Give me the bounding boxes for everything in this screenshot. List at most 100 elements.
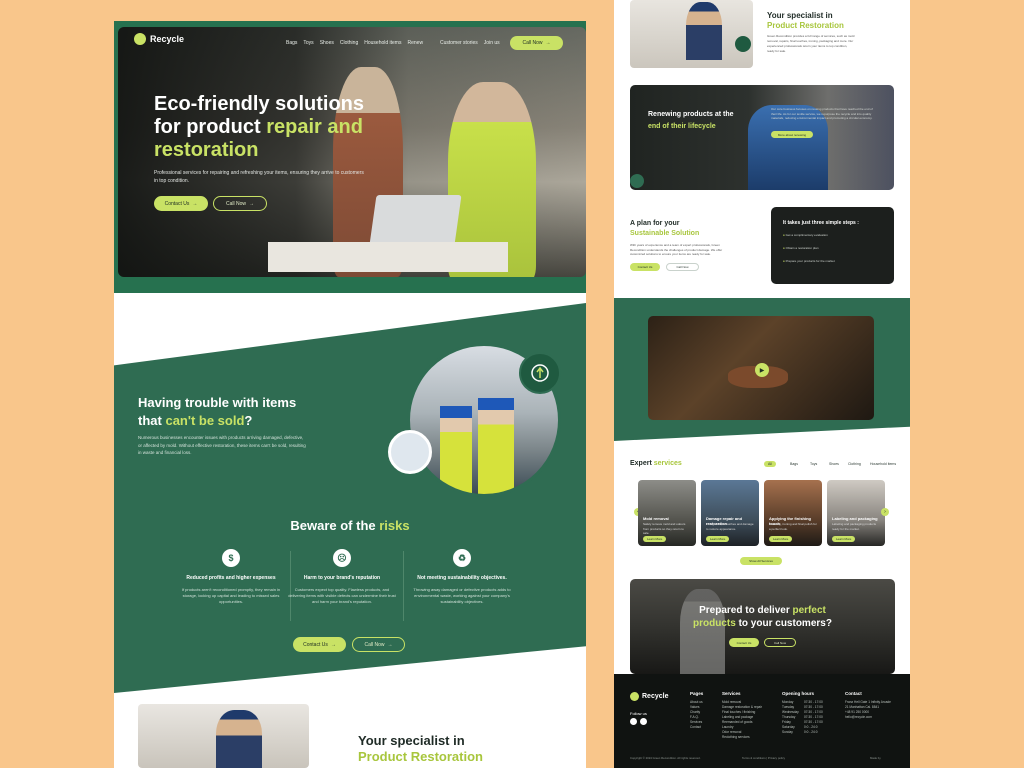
technician-image bbox=[630, 0, 753, 68]
footer-contact: Contact Franz Hell Gate 1 Infinity Arcad… bbox=[845, 691, 895, 720]
risks-contact-label: Contact Us bbox=[303, 641, 328, 648]
service-learn-button[interactable]: Learn More bbox=[706, 536, 730, 542]
service-card[interactable]: Mold removal Safely remove mold and odou… bbox=[638, 480, 696, 546]
plan-title-accent: Sustainable Solution bbox=[630, 230, 700, 237]
service-card[interactable]: Damage repair and restoration Fixing tea… bbox=[701, 480, 759, 546]
hero-contact-button[interactable]: Contact Us → bbox=[154, 196, 208, 211]
divider bbox=[403, 551, 404, 621]
contact-email[interactable]: hello@recycle.com bbox=[845, 715, 895, 720]
service-name: Labeling and packaging bbox=[832, 516, 878, 521]
service-learn-button[interactable]: Learn More bbox=[643, 536, 667, 542]
nav-item-join[interactable]: Join us bbox=[484, 40, 500, 46]
facebook-icon[interactable] bbox=[630, 718, 637, 725]
risks-call-button[interactable]: Call Now → bbox=[352, 637, 405, 652]
technician-silhouette bbox=[216, 710, 262, 768]
cta-title-accent: products bbox=[693, 618, 736, 629]
hero-call-button[interactable]: Call Now → bbox=[213, 196, 267, 211]
recycle-icon: ♻ bbox=[453, 549, 471, 567]
cta-call-label: Call Now bbox=[773, 640, 786, 645]
eco-lightbulb-icon bbox=[519, 352, 561, 394]
footer-logo[interactable]: Recycle bbox=[630, 692, 668, 701]
nav-item-stories[interactable]: Customer stories bbox=[440, 40, 478, 46]
plan-call-button[interactable]: Call Now bbox=[666, 263, 699, 271]
service-card[interactable]: Applying the finishing touch Cleaning, i… bbox=[764, 480, 822, 546]
services-title: Expert services bbox=[630, 460, 682, 467]
shoe-repair-video[interactable]: ▶ bbox=[648, 316, 874, 420]
service-card[interactable]: Labeling and packaging Labeling and pack… bbox=[827, 480, 885, 546]
footer-pages: Pages About us Values Charity F.A.Q. Ser… bbox=[690, 691, 703, 730]
risk-body: Throwing away damaged or defective produ… bbox=[413, 587, 511, 604]
renewing-more-label: More about renewing bbox=[777, 132, 807, 137]
specialist-title-accent: Product Restoration bbox=[767, 21, 844, 30]
nav-item-household[interactable]: Household items bbox=[364, 40, 401, 46]
risk-title: Reduced profits and higher expenses bbox=[186, 575, 276, 581]
nav-item-bags[interactable]: Bags bbox=[286, 40, 297, 46]
hours-time: 07:30 - 17:00 bbox=[804, 720, 823, 724]
risks-title-accent: risks bbox=[379, 518, 410, 533]
carousel-next-icon[interactable]: › bbox=[881, 508, 889, 516]
play-icon[interactable]: ▶ bbox=[755, 363, 769, 377]
specialist-title-line: Your specialist in bbox=[358, 733, 465, 748]
footer-link[interactable]: Contact bbox=[690, 725, 703, 730]
recycle-badge-icon bbox=[735, 36, 751, 52]
footer-pages-title: Pages bbox=[690, 691, 704, 696]
filter-chip-toys[interactable]: Toys bbox=[806, 461, 821, 467]
technician-silhouette bbox=[686, 2, 722, 60]
specialist-title-line: Your specialist in bbox=[767, 11, 833, 20]
footer-logo-text: Recycle bbox=[642, 693, 669, 700]
filter-chip-household[interactable]: Household items bbox=[866, 461, 900, 467]
logo-text: Recycle bbox=[150, 34, 185, 44]
mechanic-silhouette bbox=[680, 589, 725, 674]
recycle-logo-icon bbox=[134, 33, 146, 45]
service-learn-button[interactable]: Learn More bbox=[769, 536, 793, 542]
show-all-services-button[interactable]: Show All Services bbox=[740, 557, 782, 565]
arrow-right-icon: → bbox=[330, 641, 336, 648]
trouble-title-end: ? bbox=[244, 413, 253, 428]
recycle-badge-icon bbox=[630, 174, 644, 188]
cta-call-button[interactable]: Call Now bbox=[764, 638, 796, 647]
service-learn-button[interactable]: Learn More bbox=[832, 536, 856, 542]
instagram-icon[interactable] bbox=[640, 718, 647, 725]
services-title-accent: services bbox=[653, 460, 682, 467]
nav-call-label: Call Now bbox=[522, 40, 543, 46]
renewing-card bbox=[630, 85, 894, 190]
copyright: Copyright © 2024 Green Recondition. All … bbox=[630, 756, 701, 760]
recycle-logo-icon bbox=[630, 692, 639, 701]
renewing-body: Our core business focuses on reusing pro… bbox=[771, 107, 873, 120]
nav-item-clothing[interactable]: Clothing bbox=[340, 40, 358, 46]
trouble-title-line: Having trouble with items bbox=[138, 395, 297, 410]
plan-title-line: A plan for your bbox=[630, 220, 680, 227]
renewing-title-line: Renewing products at the bbox=[648, 111, 734, 118]
laptop bbox=[369, 195, 462, 245]
plan-contact-label: Contact Us bbox=[637, 265, 653, 269]
logo[interactable]: Recycle bbox=[134, 33, 184, 45]
nav-item-toys[interactable]: Toys bbox=[303, 40, 313, 46]
service-desc: Cleaning, ironing and final polish for a… bbox=[769, 522, 817, 531]
shoe-cleaning-thumbnail bbox=[388, 430, 432, 474]
filter-chip-all[interactable]: All bbox=[764, 461, 776, 467]
cta-contact-button[interactable]: Contact Us bbox=[729, 638, 759, 647]
renewing-title-accent: end of their lifecycle bbox=[648, 123, 716, 130]
nav-item-shoes[interactable]: Shoes bbox=[320, 40, 334, 46]
follow-label: Follow us bbox=[630, 711, 647, 716]
filter-chip-clothing[interactable]: Clothing bbox=[844, 461, 865, 467]
footer-link[interactable]: Reclothing services bbox=[722, 735, 762, 740]
plan-contact-button[interactable]: Contact Us bbox=[630, 263, 660, 271]
trouble-title-line: that bbox=[138, 413, 162, 428]
filter-chip-shoes[interactable]: Shoes bbox=[825, 461, 843, 467]
risk-body: If products aren't reconditioned promptl… bbox=[181, 587, 281, 604]
secondary-nav: Customer stories Join us bbox=[440, 40, 500, 46]
arrow-right-icon: → bbox=[387, 641, 393, 648]
nav-call-button[interactable]: Call Now → bbox=[510, 36, 563, 50]
trouble-body: Numerous businesses encounter issues wit… bbox=[138, 435, 306, 455]
terms-link[interactable]: Terms & conditions | Privacy policy bbox=[742, 756, 785, 760]
filter-chip-bags[interactable]: Bags bbox=[786, 461, 802, 467]
renewing-title: Renewing products at the end of their li… bbox=[648, 109, 734, 133]
service-desc: Fixing tears, scratches and damage to re… bbox=[706, 522, 754, 531]
steps-title: It takes just three simple steps : bbox=[783, 220, 859, 226]
renewing-more-button[interactable]: More about renewing bbox=[771, 131, 813, 138]
show-all-label: Show All Services bbox=[749, 559, 773, 563]
risks-contact-button[interactable]: Contact Us → bbox=[293, 637, 346, 652]
nav-item-renew[interactable]: Renew bbox=[407, 40, 423, 46]
footer-hours-title: Opening hours bbox=[782, 691, 814, 696]
